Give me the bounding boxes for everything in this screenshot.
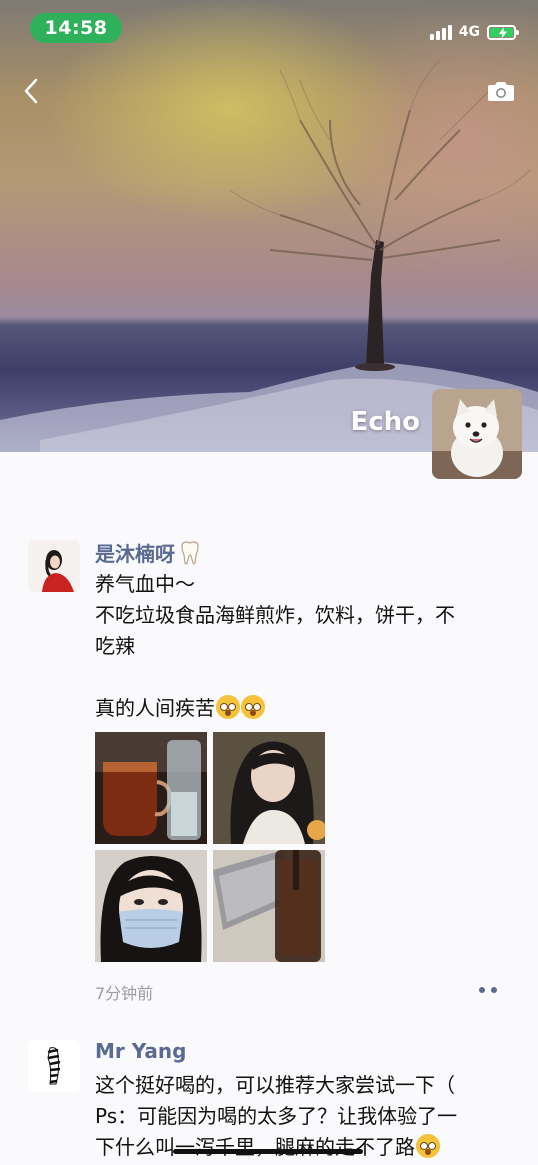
dot-icon bbox=[491, 987, 497, 993]
camera-icon bbox=[488, 82, 514, 101]
flushed-face-emoji-icon bbox=[216, 695, 240, 719]
post-username[interactable]: 是沐楠呀 bbox=[95, 538, 201, 567]
masked-selfie-photo-icon bbox=[95, 850, 207, 962]
photo-grid bbox=[95, 732, 325, 962]
selfie-photo-icon bbox=[213, 732, 325, 844]
post-photo[interactable] bbox=[213, 850, 325, 962]
camera-button[interactable] bbox=[484, 76, 518, 106]
crying-laughing-emoji-icon bbox=[416, 1134, 440, 1158]
post-line bbox=[95, 662, 510, 693]
post-line: 真的人间疾苦 bbox=[95, 696, 215, 720]
tooth-icon bbox=[181, 540, 199, 565]
status-time: 14:58 bbox=[30, 13, 122, 43]
username-text: 是沐楠呀 bbox=[95, 542, 175, 566]
post-line: 这个挺好喝的，可以推荐大家尝试一下（ bbox=[95, 1073, 455, 1097]
home-indicator[interactable] bbox=[173, 1149, 363, 1154]
laptop-drink-photo-icon bbox=[213, 850, 325, 962]
user-avatar[interactable] bbox=[28, 1040, 80, 1092]
profile-name: Echo bbox=[350, 407, 420, 437]
post-line: Ps：可能因为喝的太多了？让我体验了一 bbox=[95, 1104, 458, 1128]
post-line-with-emoji: 真的人间疾苦 bbox=[95, 693, 510, 724]
network-type: 4G bbox=[458, 24, 480, 40]
cover-image[interactable]: 14:58 4G Echo bbox=[0, 0, 538, 452]
more-actions-button[interactable] bbox=[476, 982, 500, 998]
post-line: 下什么叫一泻千里，腿麻的走不了路 bbox=[95, 1135, 415, 1159]
post-photo[interactable] bbox=[95, 732, 207, 844]
tree-landscape-illustration bbox=[0, 59, 538, 452]
profile-avatar[interactable] bbox=[432, 389, 522, 479]
back-button[interactable] bbox=[14, 74, 48, 108]
post-photo[interactable] bbox=[95, 850, 207, 962]
post-time: 7分钟前 bbox=[95, 984, 154, 1003]
post-line-with-emoji: 下什么叫一泻千里，腿麻的走不了路 bbox=[95, 1132, 510, 1163]
dot-icon bbox=[479, 987, 485, 993]
post-username[interactable]: Mr Yang bbox=[95, 1039, 186, 1063]
post-line: 不吃垃圾食品海鲜煎炸，饮料，饼干，不 bbox=[95, 603, 455, 627]
post-line: 吃辣 bbox=[95, 634, 135, 658]
flushed-face-emoji-icon bbox=[241, 695, 265, 719]
dog-avatar-icon bbox=[432, 389, 522, 479]
post-photo[interactable] bbox=[213, 732, 325, 844]
zebra-avatar-icon bbox=[28, 1040, 80, 1092]
user-avatar[interactable] bbox=[28, 540, 80, 592]
drinks-photo-icon bbox=[95, 732, 207, 844]
battery-charging-icon bbox=[487, 24, 519, 40]
back-chevron-icon bbox=[24, 78, 38, 104]
post-line: 养气血中～ bbox=[95, 572, 195, 596]
username-text: Mr Yang bbox=[95, 1039, 187, 1063]
post-text: 养气血中～ 不吃垃圾食品海鲜煎炸，饮料，饼干，不 吃辣 真的人间疾苦 bbox=[95, 569, 510, 724]
status-icons: 4G bbox=[429, 22, 519, 42]
signal-icon bbox=[429, 24, 452, 40]
girl-avatar-icon bbox=[28, 540, 80, 592]
